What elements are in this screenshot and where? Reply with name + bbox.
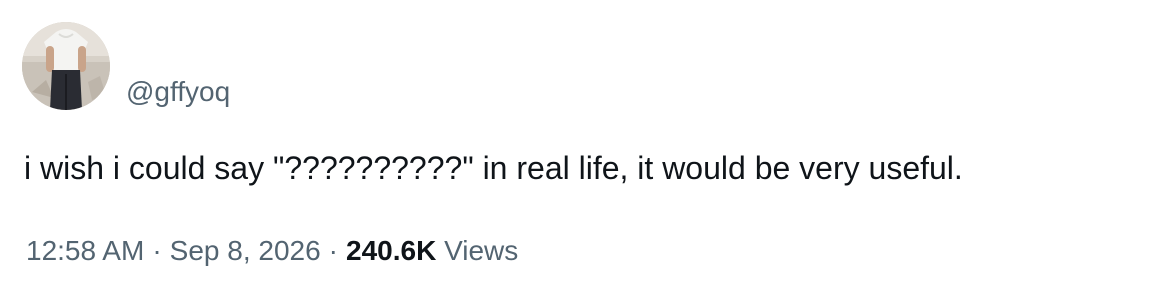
tweet-card: @gffyoq i wish i could say "??????????" … (0, 0, 1156, 292)
views-count: 240.6K (346, 235, 437, 266)
views-label: Views (444, 235, 519, 266)
tweet-text: i wish i could say "??????????" in real … (24, 150, 963, 186)
meta-separator: · (152, 235, 162, 266)
meta-separator: · (328, 235, 338, 266)
author-handle[interactable]: @gffyoq (126, 74, 230, 110)
tweet-date[interactable]: Sep 8, 2026 (170, 235, 321, 266)
avatar[interactable] (22, 22, 110, 110)
tweet-meta: 12:58 AM · Sep 8, 2026 · 240.6K Views (26, 233, 518, 269)
profile-photo-icon (22, 22, 110, 110)
tweet-time[interactable]: 12:58 AM (26, 235, 144, 266)
